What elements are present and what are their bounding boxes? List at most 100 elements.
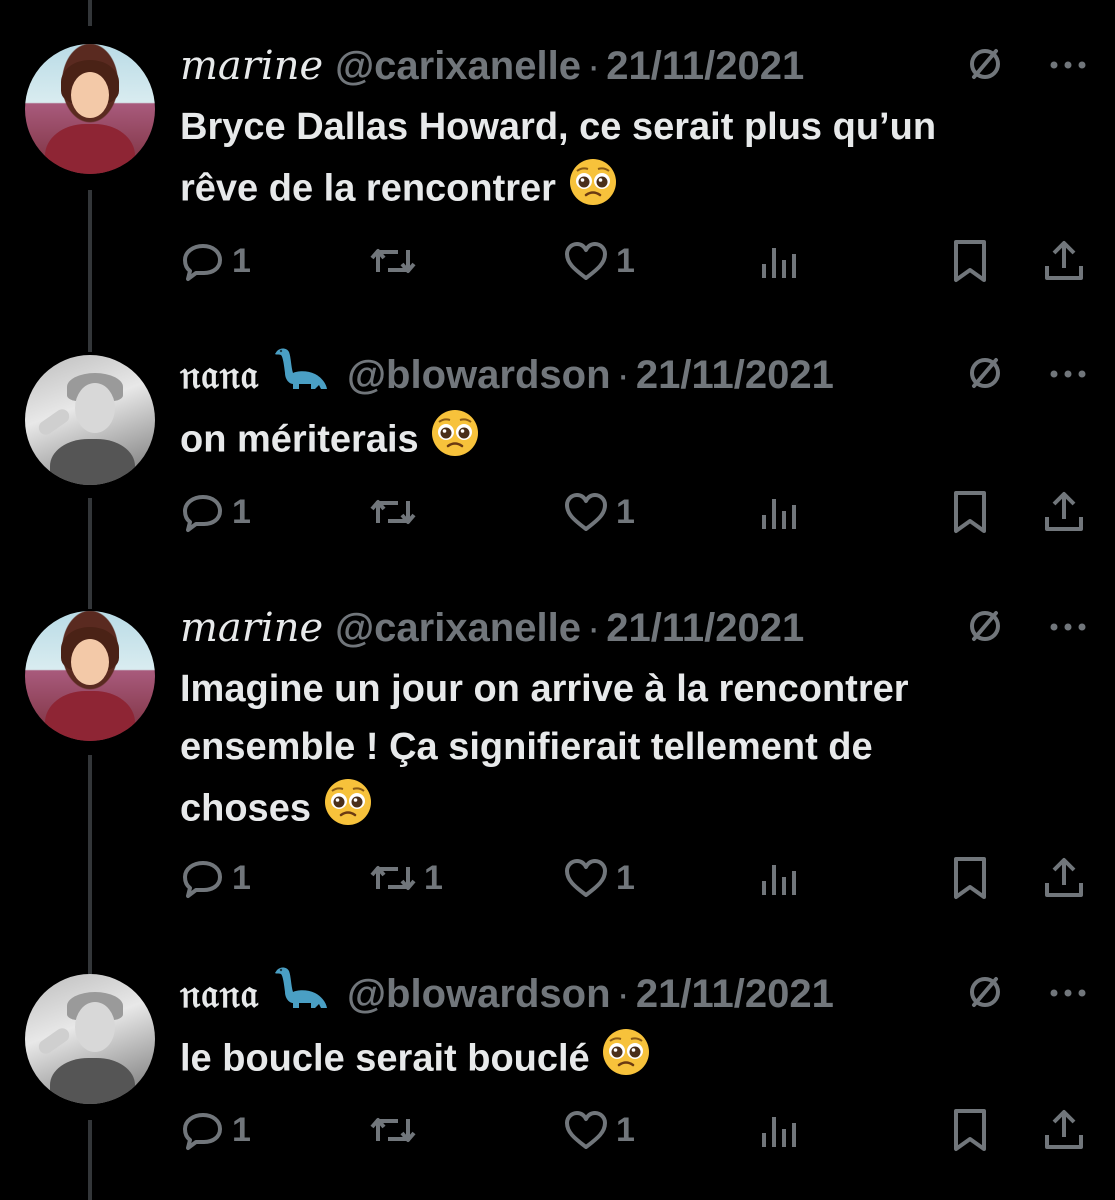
- thread-line: [88, 1120, 92, 1200]
- like-button[interactable]: 1: [562, 1105, 635, 1155]
- reply-icon: [183, 1113, 222, 1150]
- avatar[interactable]: [25, 44, 155, 174]
- like-icon: [565, 1111, 607, 1149]
- user-handle[interactable]: @blowardson: [347, 351, 610, 399]
- display-name[interactable]: 𝔫𝔞𝔫𝔞: [180, 970, 259, 1018]
- header-icons: [965, 351, 1087, 399]
- share-icon: [1045, 492, 1083, 531]
- views-icon: [762, 865, 796, 895]
- retweet-button[interactable]: [368, 1105, 424, 1155]
- header-icons: [965, 42, 1087, 90]
- tweet-text-line: choses: [180, 776, 1080, 845]
- like-count: 1: [616, 1110, 635, 1149]
- reply-button[interactable]: 1: [180, 487, 251, 537]
- grok-icon[interactable]: [965, 353, 1005, 398]
- header-icons: [965, 970, 1087, 1018]
- thread-line: [88, 755, 92, 960]
- tweet-date[interactable]: 21/11/2021: [606, 604, 804, 652]
- avatar[interactable]: [25, 355, 155, 485]
- like-count: 1: [616, 241, 635, 280]
- bookmark-button[interactable]: [948, 487, 992, 537]
- share-button[interactable]: [1042, 487, 1086, 537]
- more-options-icon[interactable]: [1049, 57, 1087, 75]
- share-button[interactable]: [1042, 236, 1086, 286]
- separator-dot: ·: [586, 44, 601, 88]
- tweet-actions: 1 1: [180, 1105, 1090, 1155]
- display-name[interactable]: marine: [180, 604, 323, 652]
- tweet-date[interactable]: 21/11/2021: [636, 351, 834, 399]
- retweet-button[interactable]: [368, 236, 424, 286]
- reply-button[interactable]: 1: [180, 853, 251, 903]
- user-handle[interactable]: @carixanelle: [335, 604, 581, 652]
- tweet[interactable]: marine @carixanelle · 21/11/2021 Bryce D…: [0, 0, 1115, 340]
- tweet-date[interactable]: 21/11/2021: [606, 42, 804, 90]
- tweet-text-line: le boucle serait bouclé: [180, 1026, 1080, 1095]
- bookmark-button[interactable]: [948, 1105, 992, 1155]
- bookmark-icon: [954, 857, 986, 899]
- retweet-button[interactable]: [368, 487, 424, 537]
- reply-button[interactable]: 1: [180, 236, 251, 286]
- pleading-face-emoji: [429, 407, 481, 476]
- reply-icon: [183, 244, 222, 281]
- display-name[interactable]: marine: [180, 42, 323, 90]
- tweet[interactable]: 𝔫𝔞𝔫𝔞 @blowardson · 21/11/2021 on mériter…: [0, 340, 1115, 595]
- views-button[interactable]: [760, 236, 800, 286]
- tweet[interactable]: 𝔫𝔞𝔫𝔞 @blowardson · 21/11/2021 le boucle …: [0, 960, 1115, 1200]
- separator-dot: ·: [616, 972, 630, 1016]
- retweet-icon: [370, 866, 416, 890]
- thread-line: [88, 960, 92, 974]
- views-button[interactable]: [760, 487, 800, 537]
- views-icon: [762, 499, 796, 529]
- pleading-face-emoji: [322, 776, 374, 845]
- grok-icon[interactable]: [965, 44, 1005, 89]
- like-button[interactable]: 1: [562, 236, 635, 286]
- thread-line: [88, 595, 92, 609]
- reply-count: 1: [232, 858, 251, 897]
- tweet-header: 𝔫𝔞𝔫𝔞 @blowardson · 21/11/2021: [180, 347, 834, 399]
- share-icon: [1045, 241, 1083, 280]
- views-button[interactable]: [760, 1105, 800, 1155]
- grok-icon[interactable]: [965, 606, 1005, 651]
- retweet-button[interactable]: 1: [368, 853, 443, 903]
- thread-line: [88, 340, 92, 352]
- display-name[interactable]: 𝔫𝔞𝔫𝔞: [180, 351, 259, 399]
- views-button[interactable]: [760, 853, 800, 903]
- tweet-date[interactable]: 21/11/2021: [636, 970, 834, 1018]
- grok-icon[interactable]: [965, 972, 1005, 1017]
- avatar[interactable]: [25, 974, 155, 1104]
- bookmark-button[interactable]: [948, 853, 992, 903]
- tweet-text-line: Imagine un jour on arrive à la rencontre…: [180, 668, 909, 710]
- more-options-icon[interactable]: [1049, 366, 1087, 384]
- tweet-text-line: on mériterais: [180, 407, 1080, 476]
- reply-count: 1: [232, 1110, 251, 1149]
- thread-line: [88, 498, 92, 595]
- more-options-icon[interactable]: [1049, 619, 1087, 637]
- reply-icon: [183, 495, 222, 532]
- user-handle[interactable]: @blowardson: [347, 970, 610, 1018]
- tweet[interactable]: marine @carixanelle · 21/11/2021 Imagine…: [0, 595, 1115, 960]
- more-options-icon[interactable]: [1049, 985, 1087, 1003]
- tweet-text: le boucle serait bouclé: [180, 1026, 1080, 1095]
- avatar[interactable]: [25, 611, 155, 741]
- tweet-text-line: Bryce Dallas Howard, ce serait plus qu’u…: [180, 106, 937, 148]
- retweet-icon: [370, 249, 416, 273]
- views-icon: [762, 1117, 796, 1147]
- retweet-icon: [370, 1118, 416, 1142]
- reply-button[interactable]: 1: [180, 1105, 251, 1155]
- tweet-actions: 1 1 1: [180, 853, 1090, 903]
- share-button[interactable]: [1042, 853, 1086, 903]
- like-icon: [565, 242, 607, 280]
- reply-icon: [183, 861, 222, 898]
- share-icon: [1045, 858, 1083, 897]
- like-count: 1: [616, 492, 635, 531]
- share-button[interactable]: [1042, 1105, 1086, 1155]
- tweet-text: Imagine un jour on arrive à la rencontre…: [180, 660, 1080, 845]
- pleading-face-emoji: [567, 156, 619, 225]
- tweet-text: on mériterais: [180, 407, 1080, 476]
- like-button[interactable]: 1: [562, 853, 635, 903]
- user-handle[interactable]: @carixanelle: [335, 42, 581, 90]
- bookmark-button[interactable]: [948, 236, 992, 286]
- like-icon: [565, 493, 607, 531]
- like-button[interactable]: 1: [562, 487, 635, 537]
- tweet-header: marine @carixanelle · 21/11/2021: [180, 604, 804, 652]
